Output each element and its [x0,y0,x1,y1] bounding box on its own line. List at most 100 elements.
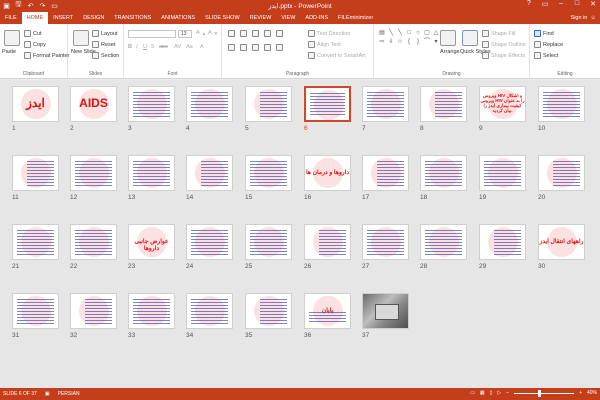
tab-animations[interactable]: ANIMATIONS [156,12,200,24]
slide-thumbnail[interactable]: راههای انتقال ایدز [538,224,585,260]
tab-home[interactable]: HOME [21,12,49,24]
strikethrough-button[interactable]: abc [159,44,168,50]
shrink-font-button[interactable]: A ▼ [208,30,218,36]
slide-thumbnail[interactable] [12,155,59,191]
cut-button[interactable]: Cut [24,30,42,37]
grow-font-button[interactable]: A ▲ [196,30,206,36]
zoom-slider-thumb[interactable] [538,389,542,397]
slide-thumbnail[interactable] [479,224,526,260]
font-color-button[interactable]: A [200,44,204,50]
bold-button[interactable]: B [128,44,132,50]
triangle-shape-icon[interactable]: △ [432,29,440,37]
tab-design[interactable]: DESIGN [78,12,109,24]
rounded-rectangle-shape-icon[interactable]: ▢ [423,29,431,37]
proofing-icon[interactable]: ▣ [45,391,50,397]
slide-thumbnail[interactable] [186,224,233,260]
tab-fileminimizer[interactable]: FILEminimizer [333,12,378,24]
slide-thumbnail[interactable]: ایدز [12,86,59,122]
more-shapes-icon[interactable]: ▾ [432,38,440,46]
shapes-gallery[interactable]: ▤ ╲ ╲ □ ○ ▢ △ ⇨ ⇩ ☆ { } ⌒ ▾ [378,29,438,61]
slide-thumbnail[interactable] [70,224,117,260]
tab-view[interactable]: VIEW [276,12,300,24]
paste-button[interactable]: Paste [2,49,16,55]
align-text-button[interactable]: Align Text [308,41,341,48]
slide-thumbnail[interactable] [70,155,117,191]
slide-thumbnail[interactable] [128,293,175,329]
select-button[interactable]: Select [534,52,558,59]
text-direction-button[interactable]: Text Direction [308,30,350,37]
format-painter-button[interactable]: Format Painter [24,52,69,59]
minimize-button[interactable]: – [556,0,566,8]
justify-button[interactable] [264,44,271,51]
slide-thumbnail[interactable] [420,224,467,260]
tab-insert[interactable]: INSERT [48,12,78,24]
slide-sorter-view-icon[interactable]: ▦ [480,390,485,396]
slide-thumbnail[interactable] [362,293,409,329]
underline-button[interactable]: U [143,44,147,50]
tab-review[interactable]: REVIEW [245,12,277,24]
font-size-box[interactable]: 13 [178,30,192,38]
align-left-button[interactable] [228,44,235,51]
align-right-button[interactable] [252,44,259,51]
ribbon-display-button[interactable]: ▭ [540,0,550,8]
slide-thumbnail[interactable] [12,293,59,329]
bullets-button[interactable] [228,30,235,37]
italic-button[interactable]: I [136,44,138,50]
slide-thumbnail[interactable] [186,86,233,122]
section-button[interactable]: Section [92,52,119,59]
slide-thumbnail[interactable] [245,86,292,122]
decrease-indent-button[interactable] [252,30,259,37]
brace-shape-icon[interactable]: { [405,38,413,46]
maximize-button[interactable]: □ [572,0,582,8]
slide-thumbnail[interactable]: AIDS [70,86,117,122]
reset-button[interactable]: Reset [92,41,115,48]
slide-thumbnail[interactable] [186,155,233,191]
slide-thumbnail[interactable] [304,224,351,260]
slide-thumbnail[interactable]: داروها و درمان ها [304,155,351,191]
tab-transitions[interactable]: TRANSITIONS [109,12,156,24]
slide-thumbnail[interactable] [245,155,292,191]
slide-thumbnail[interactable] [245,293,292,329]
shadow-button[interactable]: S [151,44,155,50]
sign-in-link[interactable]: Sign in ☺ [571,15,596,21]
slide-thumbnail[interactable] [362,224,409,260]
zoom-out-button[interactable]: – [506,390,509,396]
star-shape-icon[interactable]: ☆ [396,38,404,46]
line-spacing-button[interactable] [276,30,283,37]
slide-thumbnail[interactable] [362,155,409,191]
rectangle-shape-icon[interactable]: □ [405,29,413,37]
shape-effects-button[interactable]: Shape Effects [482,52,525,59]
line-shape-icon[interactable]: ╲ [396,29,404,37]
arrange-button[interactable]: Arrange [440,49,460,55]
slide-thumbnail[interactable] [538,86,585,122]
slide-thumbnail[interactable] [304,86,351,122]
slide-thumbnail[interactable] [245,224,292,260]
slide-thumbnail[interactable] [128,86,175,122]
help-button[interactable]: ? [524,0,534,8]
reading-view-icon[interactable]: ▯ [490,390,493,396]
zoom-level[interactable]: 40% [587,390,597,396]
layout-button[interactable]: Layout [92,30,118,37]
slide-thumbnail[interactable] [538,155,585,191]
arrow-shape-icon[interactable]: ⇨ [378,38,386,46]
find-button[interactable]: Find [534,30,554,37]
oval-shape-icon[interactable]: ○ [414,29,422,37]
close-button[interactable]: ✕ [588,0,598,8]
slideshow-view-icon[interactable]: ▷ [497,390,501,396]
arrow-shape-icon[interactable]: ⇩ [387,38,395,46]
font-name-box[interactable] [128,30,176,38]
slide-thumbnail[interactable] [128,155,175,191]
slide-thumbnail[interactable] [420,155,467,191]
replace-button[interactable]: Replace [534,41,563,48]
slide-thumbnail[interactable] [70,293,117,329]
slide-thumbnail[interactable]: عوارض جانبی داروها [128,224,175,260]
tab-add-ins[interactable]: ADD-INS [300,12,333,24]
shape-fill-button[interactable]: Shape Fill [482,30,515,37]
slide-thumbnail[interactable] [362,86,409,122]
zoom-slider[interactable] [514,389,575,397]
slide-thumbnail[interactable]: ویروس HIV و اشکال ویروس HIV را به عنوان … [479,86,526,122]
tab-slide-show[interactable]: SLIDE SHOW [200,12,245,24]
increase-indent-button[interactable] [264,30,271,37]
slide-thumbnail[interactable] [12,224,59,260]
brace-shape-icon[interactable]: } [414,38,422,46]
